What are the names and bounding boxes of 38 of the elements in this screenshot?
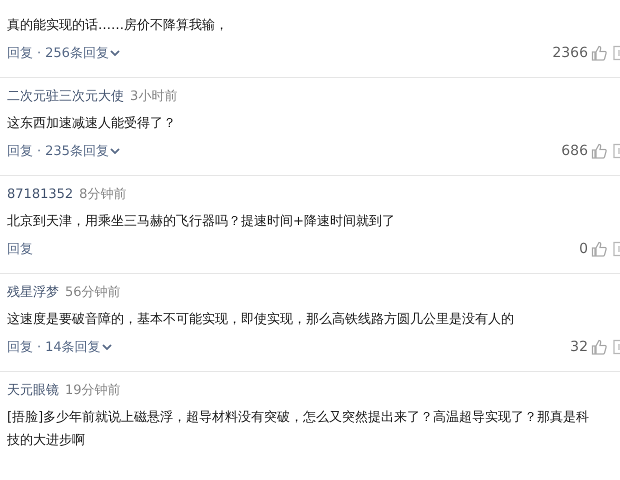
thumbs-up-icon[interactable] (591, 143, 607, 159)
timestamp: 56分钟前 (65, 284, 121, 301)
report-icon[interactable] (613, 241, 620, 257)
chevron-icon (110, 147, 120, 155)
username[interactable]: 残星浮梦 (7, 283, 59, 301)
reply-link[interactable]: 回复 (7, 142, 33, 160)
comment-text: [捂脸]多少年前就说上磁悬浮，超导材料没有突破，怎么又突然提出来了？高温超导实现了？那真是科技的大进步啊 (7, 409, 590, 450)
like-count: 686 (561, 143, 588, 159)
replies-link[interactable]: 256条回复 (45, 44, 120, 62)
thumbs-up-icon[interactable] (591, 241, 607, 257)
like-count: 2366 (552, 45, 588, 61)
chevron-icon (102, 343, 112, 351)
username[interactable]: 天元眼镜 (7, 381, 59, 399)
report-icon[interactable] (613, 45, 620, 61)
separator-dot: · (37, 46, 42, 60)
like-count: 32 (570, 339, 588, 355)
reply-link[interactable]: 回复 (7, 338, 33, 356)
comment-text: 这东西加速减速人能受得了？ (7, 115, 177, 133)
replies-link[interactable]: 235条回复 (45, 142, 120, 160)
comment-text: 真的能实现的话……房价不降算我输， (7, 17, 229, 35)
timestamp: 3小时前 (130, 88, 178, 105)
reply-link[interactable]: 回复 (7, 44, 33, 62)
timestamp: 19分钟前 (65, 382, 121, 399)
thumbs-up-icon[interactable] (591, 339, 607, 355)
username[interactable]: 二次元驻三次元大使 (7, 87, 124, 105)
thumbs-up-icon[interactable] (591, 45, 607, 61)
replies-link[interactable]: 14条回复 (45, 338, 112, 356)
like-count: 0 (579, 241, 588, 257)
chevron-icon (110, 49, 120, 57)
comment-text: 北京到天津，用乘坐三马赫的飞行器吗？提速时间+降速时间就到了 (7, 213, 396, 231)
timestamp: 8分钟前 (79, 186, 126, 203)
reply-link[interactable]: 回复 (7, 240, 33, 258)
separator-dot: · (37, 144, 42, 158)
comment-text: 这速度是要破音障的，基本不可能实现，即使实现，那么高铁线路方圆几公里是没有人的 (7, 311, 515, 329)
separator-dot: · (37, 340, 42, 354)
report-icon[interactable] (613, 143, 620, 159)
username[interactable]: 87181352 (7, 187, 74, 202)
report-icon[interactable] (613, 339, 620, 355)
